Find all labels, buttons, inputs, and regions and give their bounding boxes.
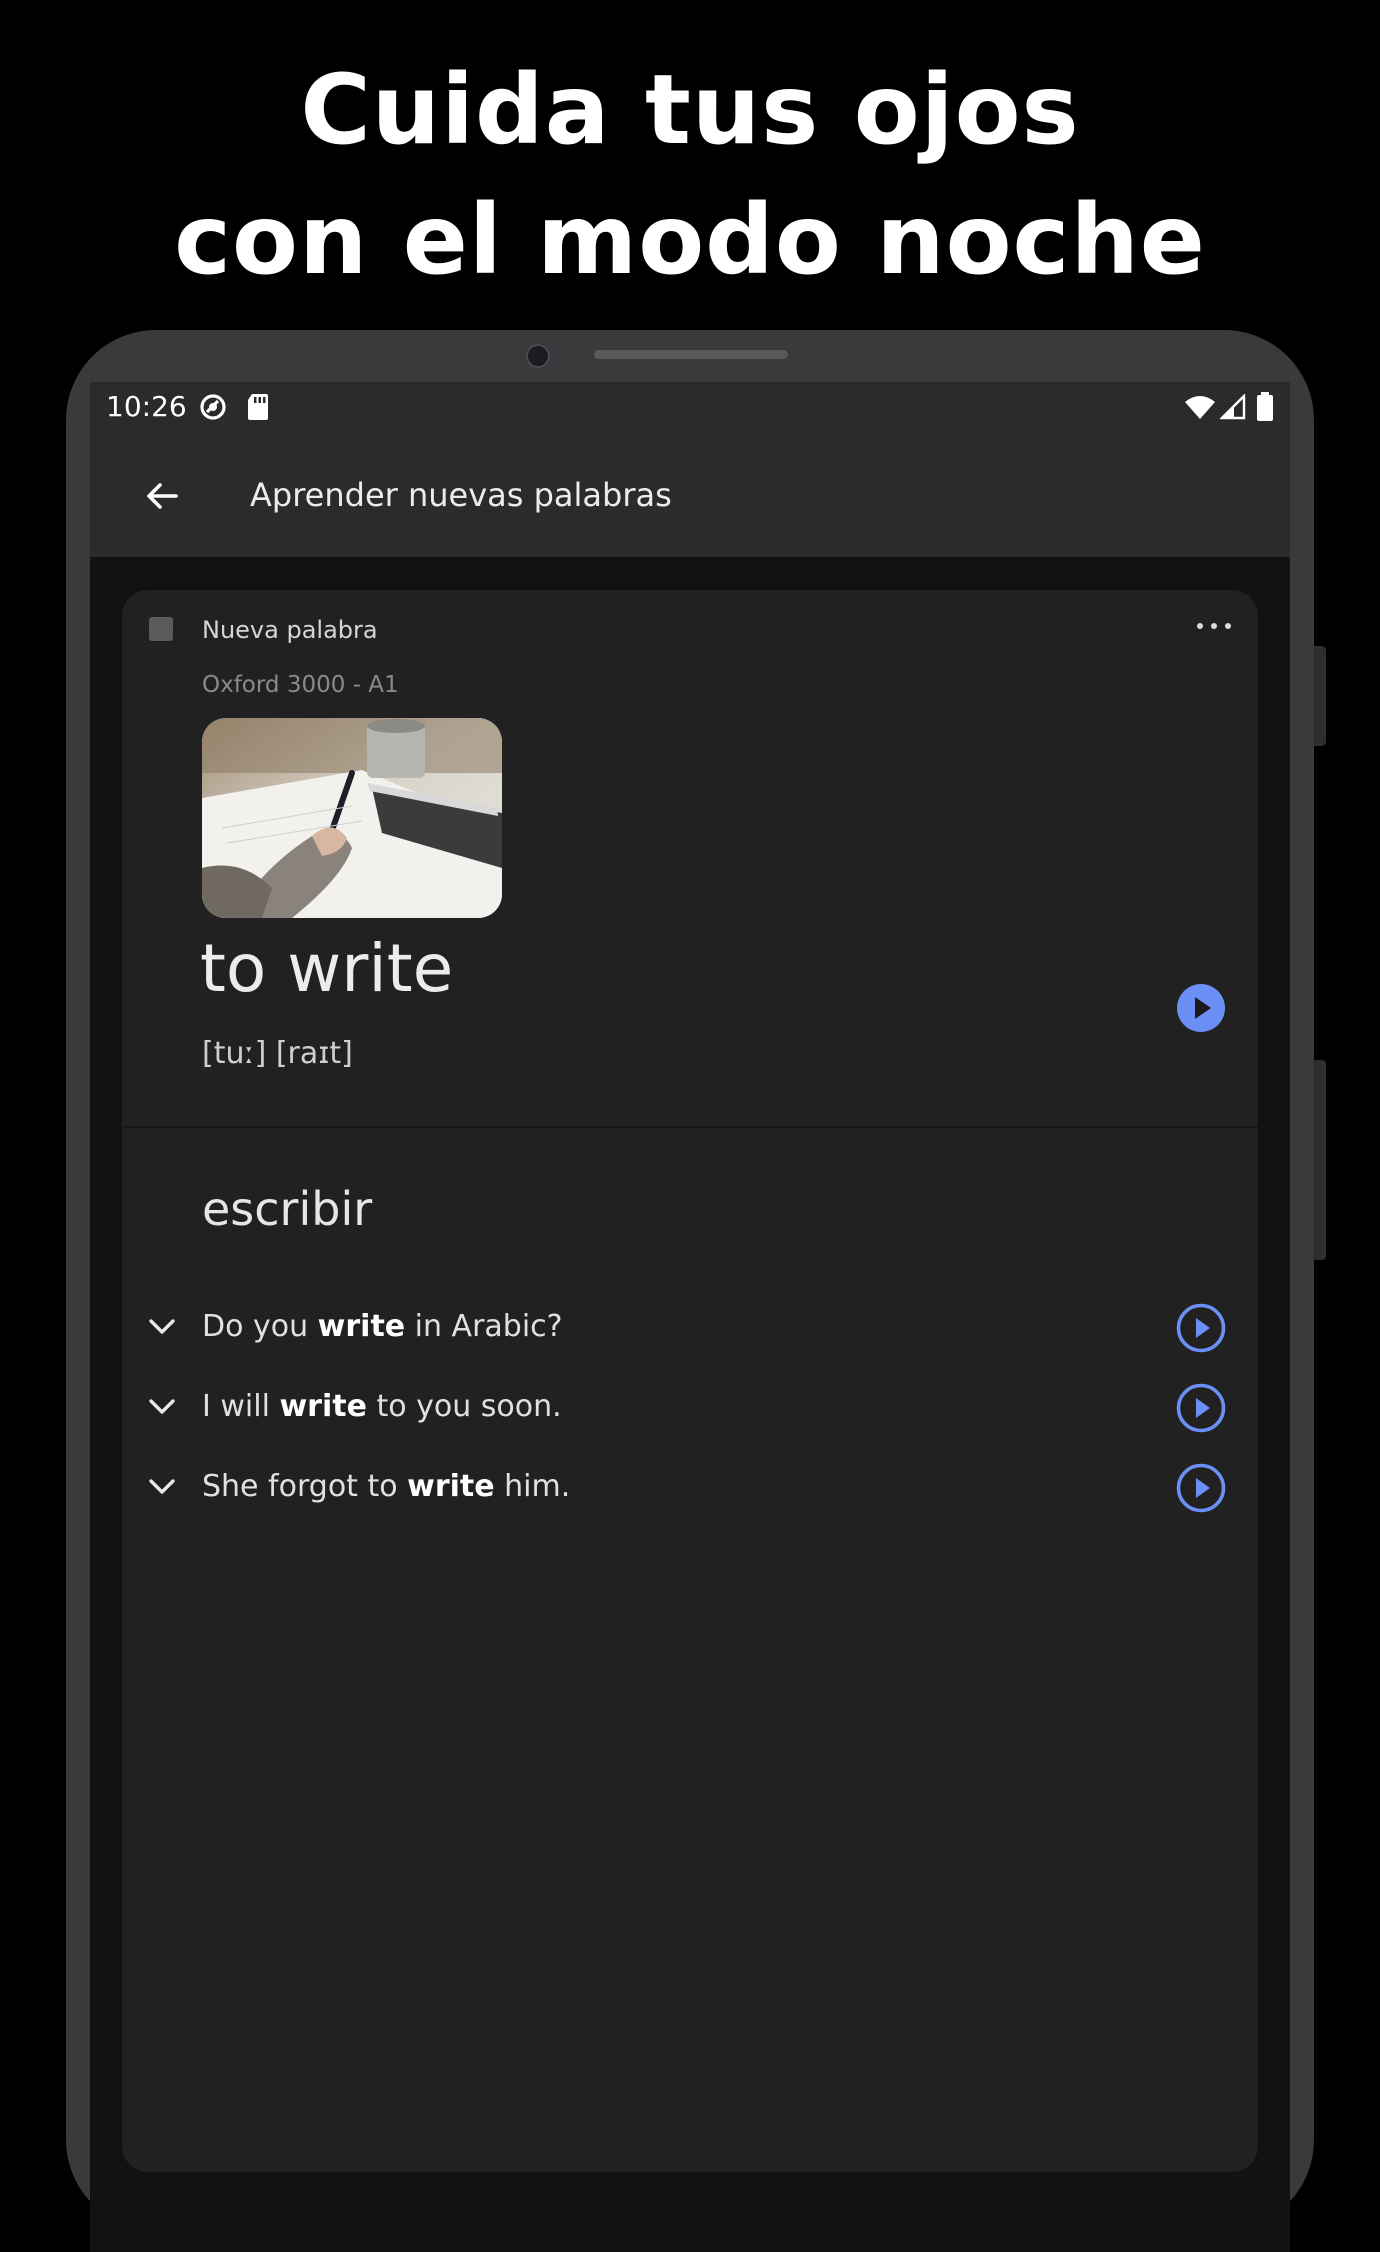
word-translation: escribir xyxy=(202,1182,373,1236)
word-title: to write xyxy=(200,930,454,1007)
promo-line-1: Cuida tus ojos xyxy=(300,54,1080,166)
back-arrow-icon[interactable] xyxy=(140,474,184,518)
app-screen: 10:26 Aprender nuevas palabras Nueva pal… xyxy=(90,382,1290,2252)
play-example-audio-icon[interactable] xyxy=(1176,1303,1226,1353)
battery-icon xyxy=(1257,392,1273,421)
chevron-down-icon[interactable] xyxy=(146,1315,178,1339)
speaker-grille xyxy=(594,350,788,359)
page-title: Aprender nuevas palabras xyxy=(250,476,672,514)
example-row: Do you write in Arabic? xyxy=(122,1293,1258,1363)
status-time: 10:26 xyxy=(106,390,187,423)
word-phonetic: [tuː] [raɪt] xyxy=(202,1036,353,1071)
word-illustration xyxy=(202,718,502,918)
promo-line-2: con el modo noche xyxy=(174,184,1206,296)
power-button xyxy=(1314,1060,1326,1260)
word-status-label: Nueva palabra xyxy=(202,616,378,644)
word-card: Nueva palabra Oxford 3000 - A1 to write … xyxy=(122,590,1258,2172)
signal-icon xyxy=(1220,394,1246,420)
camera-dot xyxy=(526,344,550,368)
status-bar: 10:26 xyxy=(90,382,1290,432)
play-example-audio-icon[interactable] xyxy=(1176,1383,1226,1433)
word-checkbox[interactable] xyxy=(149,617,173,641)
volume-button xyxy=(1314,646,1326,746)
app-bar: Aprender nuevas palabras xyxy=(90,432,1290,557)
sd-card-icon xyxy=(248,394,268,420)
example-sentence: She forgot to write him. xyxy=(202,1469,571,1504)
data-saver-icon xyxy=(200,394,226,420)
chevron-down-icon[interactable] xyxy=(146,1395,178,1419)
more-options-icon[interactable] xyxy=(1194,618,1234,634)
play-word-audio-icon[interactable] xyxy=(1176,983,1226,1033)
tablet-frame: 10:26 Aprender nuevas palabras Nueva pal… xyxy=(66,330,1326,2252)
wifi-icon xyxy=(1185,396,1215,419)
chevron-down-icon[interactable] xyxy=(146,1475,178,1499)
play-example-audio-icon[interactable] xyxy=(1176,1463,1226,1513)
example-row: She forgot to write him. xyxy=(122,1453,1258,1523)
promo-headline: Cuida tus ojos con el modo noche xyxy=(0,45,1380,305)
example-sentence: I will write to you soon. xyxy=(202,1389,562,1424)
word-source-label: Oxford 3000 - A1 xyxy=(202,672,399,698)
example-sentence: Do you write in Arabic? xyxy=(202,1309,563,1344)
example-row: I will write to you soon. xyxy=(122,1373,1258,1443)
card-divider xyxy=(122,1126,1258,1128)
